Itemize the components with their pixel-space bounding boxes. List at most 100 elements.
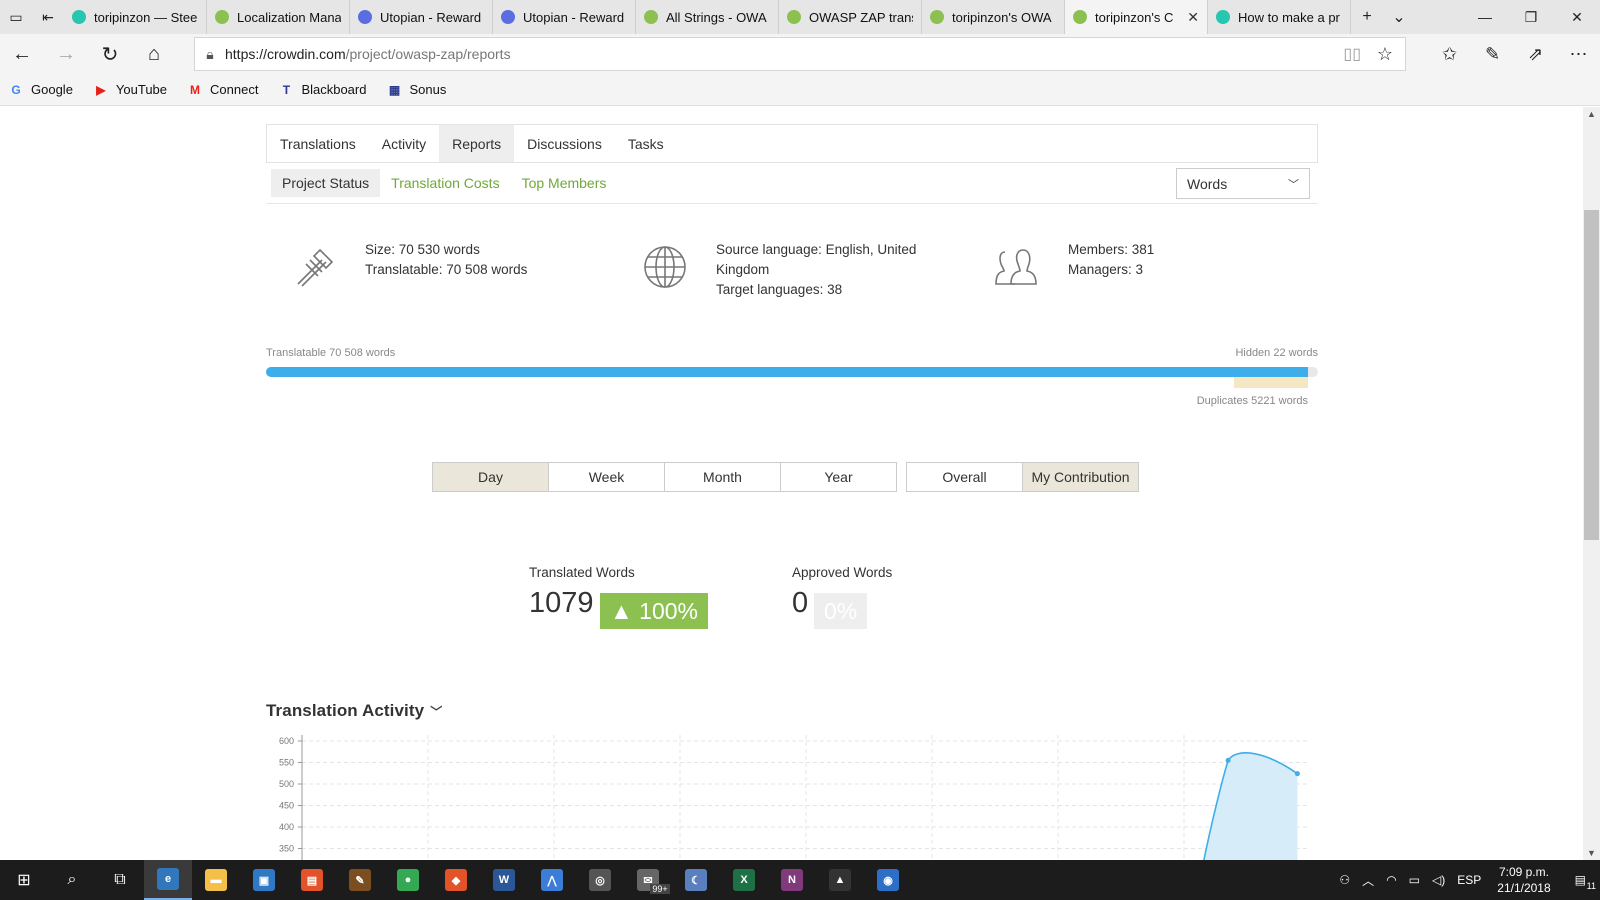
scroll-up-icon[interactable]: ▲: [1583, 109, 1600, 119]
more-icon[interactable]: ⋯: [1557, 34, 1600, 74]
tab-discussions[interactable]: Discussions: [514, 125, 615, 162]
period-year-button[interactable]: Year: [780, 462, 897, 492]
tab-preview-chevron-icon[interactable]: ⌄: [1383, 0, 1415, 34]
people-icon[interactable]: ⚇: [1333, 873, 1356, 887]
tab-title: Utopian - Reward: [380, 9, 482, 25]
app-12-taskbar-icon[interactable]: ☾: [672, 860, 720, 900]
word-taskbar-icon[interactable]: W: [480, 860, 528, 900]
start-icon[interactable]: ⊞: [0, 860, 48, 900]
close-window-icon[interactable]: ✕: [1554, 0, 1600, 34]
edge-taskbar-icon[interactable]: e: [144, 860, 192, 900]
app-10-icon: ◎: [589, 869, 611, 891]
favorite-youtube[interactable]: ▶ YouTube: [89, 75, 171, 105]
app-9-taskbar-icon[interactable]: ⋀: [528, 860, 576, 900]
minimize-icon[interactable]: —: [1462, 0, 1508, 34]
notifications-icon[interactable]: ▤ 11: [1561, 873, 1600, 891]
page-content: Translations Activity Reports Discussions Ta…: [0, 107, 1583, 860]
page-scrollbar[interactable]: ▲ ▼: [1583, 107, 1600, 860]
y-tick-label: 400: [279, 822, 294, 832]
volume-icon[interactable]: ◁): [1426, 873, 1451, 887]
web-note-icon[interactable]: ✎: [1471, 34, 1514, 74]
favorite-star-icon[interactable]: ☆: [1377, 44, 1393, 65]
chrome-taskbar-icon[interactable]: ●: [384, 860, 432, 900]
period-day-button[interactable]: Day: [432, 462, 549, 492]
favorites-hub-icon[interactable]: ✩: [1428, 34, 1471, 74]
subtab-project-status[interactable]: Project Status: [271, 169, 381, 197]
onenote-taskbar-icon[interactable]: N: [768, 860, 816, 900]
browser-tab[interactable]: toripinzon's OWA: [922, 0, 1065, 34]
app-7-taskbar-icon[interactable]: ◆: [432, 860, 480, 900]
system-tray: ⚇ ︿ ◠ ▭ ◁) ESP 7:09 p.m. 21/1/2018 ▤ 11: [1333, 860, 1600, 900]
translatable-bar-label: Translatable 70 508 words: [266, 347, 396, 359]
translation-activity-title[interactable]: Translation Activity ﹀: [266, 701, 442, 721]
refresh-icon[interactable]: ↻: [88, 34, 132, 74]
address-bar[interactable]: 🔒︎ https://crowdin.com/project/owasp-zap…: [194, 37, 1406, 71]
tab-manager-icon[interactable]: ▭: [0, 0, 32, 34]
back-icon[interactable]: ←: [0, 34, 44, 74]
scroll-down-icon[interactable]: ▼: [1583, 848, 1600, 858]
scroll-thumb[interactable]: [1584, 210, 1599, 540]
reading-view-icon[interactable]: ▯▯: [1343, 44, 1361, 64]
tab-favicon-icon: [72, 10, 86, 24]
browser-tab[interactable]: toripinzon's C ✕: [1065, 0, 1208, 34]
search-icon[interactable]: ⌕: [48, 860, 96, 900]
home-icon[interactable]: ⌂: [132, 34, 176, 74]
blackboard-icon: T: [282, 82, 291, 97]
sonus-icon: ▦: [388, 82, 401, 97]
office-taskbar-icon[interactable]: ▤: [288, 860, 336, 900]
favorite-google[interactable]: G Google: [4, 75, 77, 105]
tab-activity[interactable]: Activity: [369, 125, 439, 162]
store-taskbar-icon[interactable]: ▣: [240, 860, 288, 900]
battery-icon[interactable]: ▭: [1403, 873, 1426, 887]
wifi-icon[interactable]: ◠: [1380, 873, 1402, 887]
favorite-connect[interactable]: M Connect: [183, 75, 262, 105]
photos-taskbar-icon[interactable]: ▲: [816, 860, 864, 900]
browser-tab[interactable]: Localization Mana: [207, 0, 350, 34]
new-tab-icon[interactable]: +: [1351, 0, 1383, 34]
set-tabs-aside-icon[interactable]: ⇤: [32, 0, 64, 34]
app-10-taskbar-icon[interactable]: ◎: [576, 860, 624, 900]
tab-translations[interactable]: Translations: [267, 125, 369, 162]
tab-tasks[interactable]: Tasks: [615, 125, 677, 162]
restore-icon[interactable]: ❐: [1508, 0, 1554, 34]
tab-reports[interactable]: Reports: [439, 125, 515, 162]
share-icon[interactable]: ⇗: [1514, 34, 1557, 74]
excel-taskbar-icon[interactable]: X: [720, 860, 768, 900]
input-language[interactable]: ESP: [1451, 873, 1487, 887]
y-tick-label: 450: [279, 801, 294, 811]
app-5-taskbar-icon[interactable]: ✎: [336, 860, 384, 900]
lock-icon: 🔒︎: [206, 45, 214, 62]
app-16-taskbar-icon[interactable]: ◉: [864, 860, 912, 900]
browser-tab[interactable]: How to make a pr: [1208, 0, 1351, 34]
file-explorer-taskbar-icon[interactable]: ▬: [192, 860, 240, 900]
scope-overall-button[interactable]: Overall: [906, 462, 1023, 492]
close-tab-icon[interactable]: ✕: [1187, 9, 1199, 26]
hidden-bar-label: Hidden 22 words: [1235, 347, 1318, 359]
task-view-icon[interactable]: ⧉: [96, 860, 144, 900]
subtab-top-members[interactable]: Top Members: [511, 169, 618, 197]
browser-tab[interactable]: All Strings - OWA: [636, 0, 779, 34]
chevron-down-icon: ﹀: [430, 705, 443, 719]
period-week-button[interactable]: Week: [548, 462, 665, 492]
mail-taskbar-icon[interactable]: ✉ 99+: [624, 860, 672, 900]
units-select[interactable]: Words ﹀: [1176, 168, 1310, 199]
favorite-sonus[interactable]: ▦ Sonus: [382, 75, 450, 105]
tab-favicon-icon: [1216, 10, 1230, 24]
favorite-blackboard[interactable]: T Blackboard: [274, 75, 370, 105]
subtab-translation-costs[interactable]: Translation Costs: [380, 169, 510, 197]
forward-icon[interactable]: →: [44, 34, 88, 74]
show-hidden-icons-icon[interactable]: ︿: [1356, 872, 1380, 889]
browser-tab[interactable]: toripinzon — Stee: [64, 0, 207, 34]
clock[interactable]: 7:09 p.m. 21/1/2018: [1487, 864, 1560, 896]
tab-title: toripinzon — Stee: [94, 9, 198, 25]
project-size-stat: Size: 70 530 words Translatable: 70 508 …: [365, 240, 527, 280]
app-5-icon: ✎: [349, 869, 371, 891]
scope-my-contribution-button[interactable]: My Contribution: [1022, 462, 1139, 492]
browser-tab[interactable]: Utopian - Reward: [350, 0, 493, 34]
browser-tab[interactable]: Utopian - Reward: [493, 0, 636, 34]
notification-count: 11: [1586, 881, 1596, 891]
browser-tab[interactable]: OWASP ZAP trans: [779, 0, 922, 34]
app-9-icon: ⋀: [541, 869, 563, 891]
period-month-button[interactable]: Month: [664, 462, 781, 492]
clock-time: 7:09 p.m.: [1498, 865, 1549, 879]
